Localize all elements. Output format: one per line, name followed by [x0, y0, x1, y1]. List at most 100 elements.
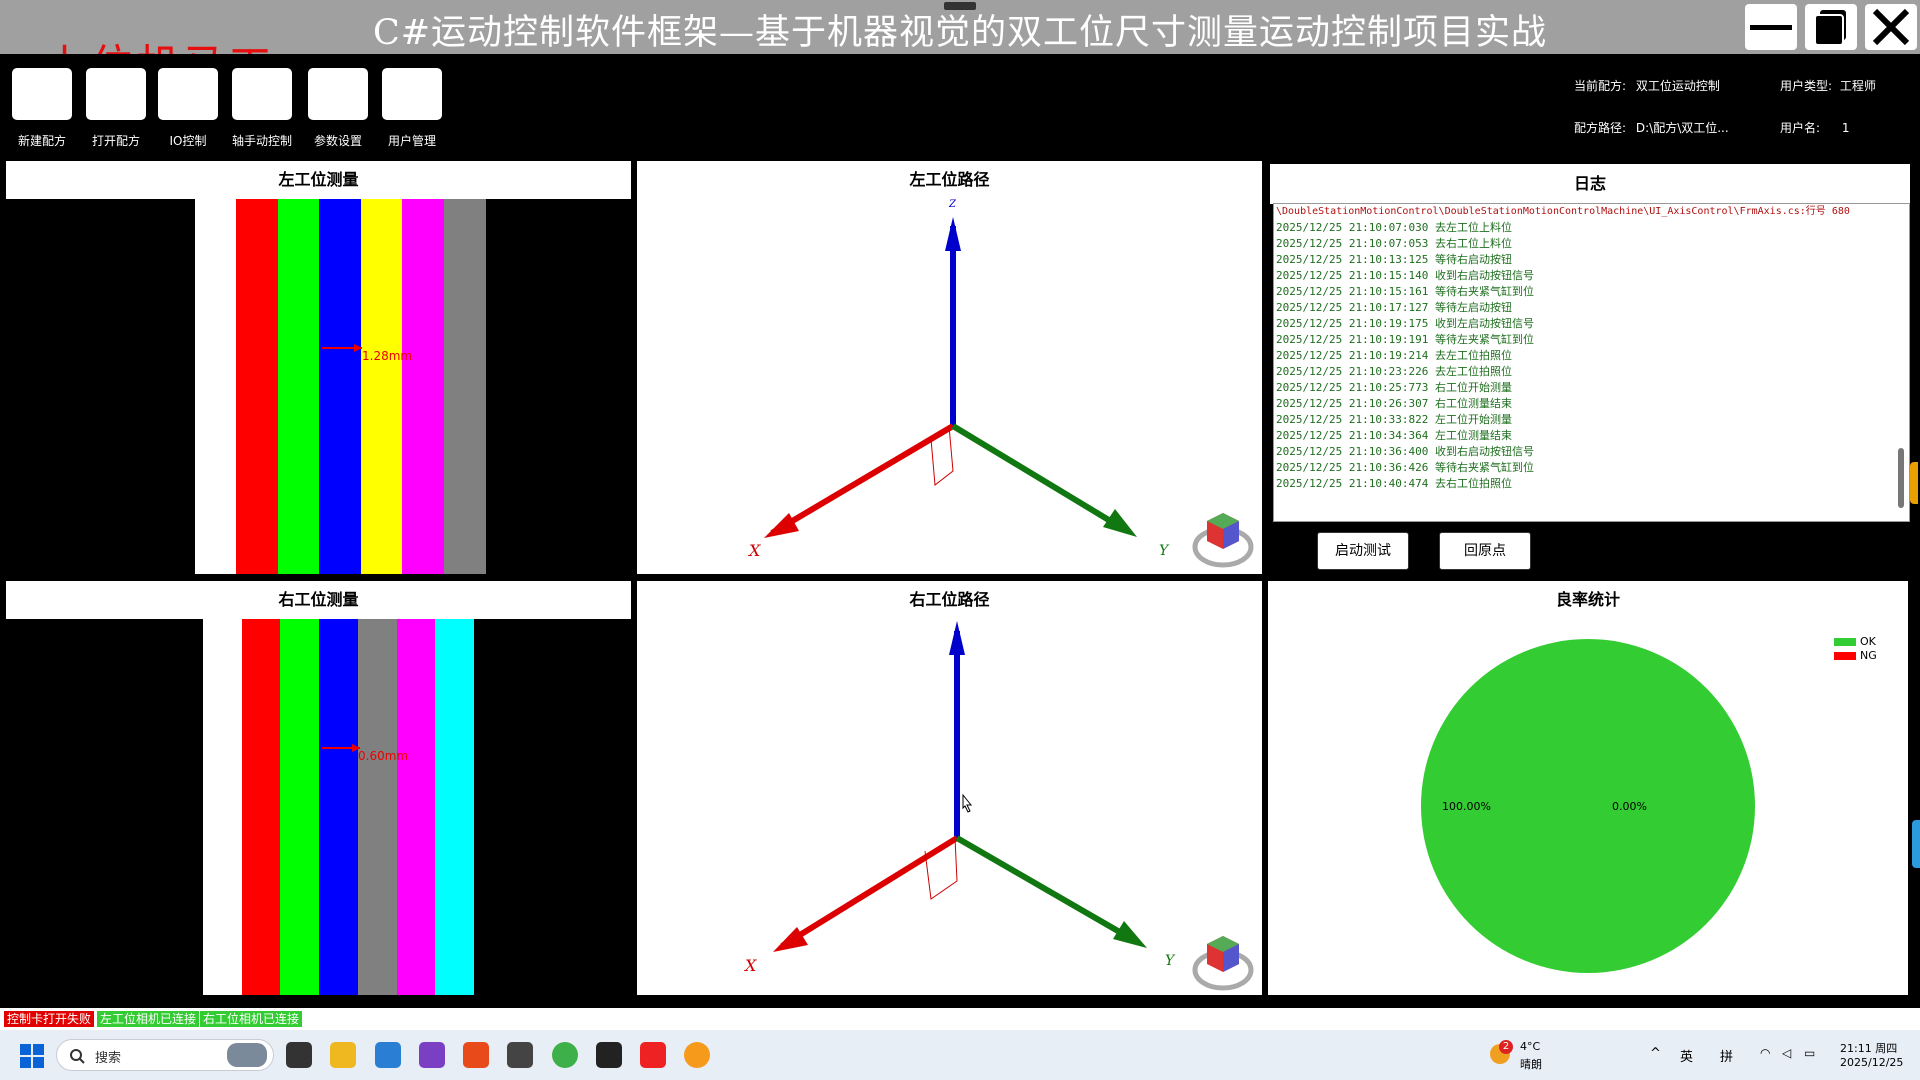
log-scrollbar[interactable] [1898, 448, 1904, 508]
pie-legend: OK NG [1834, 635, 1877, 663]
taskbar-search[interactable]: 搜索 [56, 1039, 274, 1071]
maximize-button[interactable] [1805, 4, 1857, 50]
ime-mode[interactable]: 拼 [1720, 1046, 1733, 1065]
visual-studio-icon[interactable] [419, 1042, 445, 1068]
tray-chevron-icon[interactable]: ^ [1650, 1046, 1661, 1061]
log-line: 2025/12/25 21:10:07:030 去左工位上料位 [1276, 221, 1512, 234]
cursor-icon [962, 793, 973, 813]
log-line: 2025/12/25 21:10:19:191 等待左夹紧气缸到位 [1276, 333, 1534, 346]
weather-desc: 晴朗 [1520, 1058, 1542, 1071]
browser-icon[interactable] [552, 1042, 578, 1068]
log-line: 2025/12/25 21:10:23:226 去左工位拍照位 [1276, 365, 1512, 378]
wps-icon[interactable] [640, 1042, 666, 1068]
video-app-icon[interactable] [596, 1042, 622, 1068]
battery-icon[interactable]: ▭ [1804, 1046, 1815, 1060]
pie-label-ng: 0.00% [1612, 800, 1647, 813]
home-button[interactable]: 回原点 [1439, 532, 1531, 570]
log-line: 2025/12/25 21:10:33:822 左工位开始测量 [1276, 413, 1512, 426]
weather-temp: 4°C [1520, 1040, 1541, 1053]
weather-badge: 2 [1499, 1040, 1513, 1054]
left-3d-view[interactable]: X Y Z [637, 161, 1262, 574]
ime-lang[interactable]: 英 [1680, 1046, 1693, 1065]
yield-pie-chart [1421, 639, 1755, 973]
left-path-panel: 左工位路径 X Y Z [637, 161, 1262, 574]
svg-text:Y: Y [1159, 543, 1170, 559]
status-left-camera: 左工位相机已连接 [97, 1011, 200, 1027]
measure-value: 0.60mm [358, 749, 409, 763]
camera-tool-icon[interactable] [507, 1042, 533, 1068]
log-panel: 日志 [1270, 164, 1910, 204]
svg-text:Y: Y [1165, 953, 1176, 969]
windows-start-icon[interactable] [20, 1044, 44, 1068]
close-icon [1872, 8, 1910, 46]
app-window-icon[interactable] [375, 1042, 401, 1068]
log-line: 2025/12/25 21:10:36:400 收到右启动按钮信号 [1276, 445, 1534, 458]
svg-text:X: X [743, 956, 757, 975]
log-line: 2025/12/25 21:10:15:161 等待右夹紧气缸到位 [1276, 285, 1534, 298]
side-handle[interactable] [1912, 820, 1920, 868]
panel-title: 日志 [1270, 164, 1910, 204]
clock-time[interactable]: 21:11 周四 [1840, 1040, 1897, 1056]
ha-app-icon[interactable] [684, 1042, 710, 1068]
title-bar: C#运动控制软件框架—基于机器视觉的双工位尺寸测量运动控制项目实战 [0, 0, 1920, 54]
io-control-icon [158, 68, 218, 120]
log-line: 2025/12/25 21:10:15:140 收到右启动按钮信号 [1276, 269, 1534, 282]
start-test-button[interactable]: 启动测试 [1317, 532, 1409, 570]
log-line: 2025/12/25 21:10:34:364 左工位测量结束 [1276, 429, 1512, 442]
user-type-info: 用户类型: 工程师 [1780, 79, 1876, 93]
close-button[interactable] [1865, 4, 1917, 50]
status-bar: 控制卡打开失败 左工位相机已连接 右工位相机已连接 [0, 1008, 1920, 1030]
log-line: 2025/12/25 21:10:19:214 去左工位拍照位 [1276, 349, 1512, 362]
new-recipe-icon [12, 68, 72, 120]
log-line: 2025/12/25 21:10:19:175 收到左启动按钮信号 [1276, 317, 1534, 330]
taskbar: 搜索 2 4°C 晴朗 ^ 英 拼 ◠ ◁ ▭ 21:11 周四 2025/12… [0, 1030, 1920, 1080]
svg-text:X: X [747, 541, 761, 560]
minimize-icon [1750, 25, 1792, 30]
restore-icon [1814, 10, 1846, 46]
user-manage-button[interactable]: 用户管理 [382, 68, 442, 149]
recipe-info: 当前配方: 双工位运动控制 [1574, 79, 1720, 93]
task-view-icon[interactable] [286, 1042, 312, 1068]
log-line: 2025/12/25 21:10:07:053 去右工位上料位 [1276, 237, 1512, 250]
param-settings-button[interactable]: 参数设置 [308, 68, 368, 149]
clock-date[interactable]: 2025/12/25 [1840, 1056, 1903, 1069]
legend-ok: OK [1834, 635, 1877, 649]
right-3d-view[interactable]: X Y [637, 581, 1262, 995]
left-measure-overlay [322, 344, 362, 352]
recipe-path-info: 配方路径: D:\配方\双工位... [1574, 121, 1729, 135]
search-icon [70, 1049, 85, 1064]
running-app-icon[interactable] [463, 1042, 489, 1068]
axis-manual-icon [232, 68, 292, 120]
right-path-panel: 右工位路径 X Y [637, 581, 1262, 995]
log-line: 2025/12/25 21:10:26:307 右工位测量结束 [1276, 397, 1512, 410]
left-measure-panel: 左工位测量 1.28mm [6, 161, 631, 574]
open-recipe-button[interactable]: 打开配方 [86, 68, 146, 149]
open-recipe-icon [86, 68, 146, 120]
volume-icon[interactable]: ◁ [1782, 1046, 1791, 1060]
param-settings-icon [308, 68, 368, 120]
side-handle-log[interactable] [1910, 462, 1918, 504]
new-recipe-button[interactable]: 新建配方 [12, 68, 72, 149]
log-textbox[interactable]: \DoubleStationMotionControl\DoubleStatio… [1273, 203, 1910, 522]
svg-text:Z: Z [948, 199, 957, 210]
axis-manual-button[interactable]: 轴手动控制 [232, 68, 292, 149]
log-line: 2025/12/25 21:10:17:127 等待左启动按钮 [1276, 301, 1512, 314]
measure-arrowhead-icon [354, 344, 362, 352]
measure-value: 1.28mm [362, 349, 413, 363]
minimize-button[interactable] [1745, 4, 1797, 50]
log-line: 2025/12/25 21:10:13:125 等待右启动按钮 [1276, 253, 1512, 266]
toolbar: 新建配方 打开配方 IO控制 轴手动控制 参数设置 用户管理 当前配方: 双工位… [0, 54, 1920, 158]
log-line: 2025/12/25 21:10:36:426 等待右夹紧气缸到位 [1276, 461, 1534, 474]
wifi-icon[interactable]: ◠ [1760, 1046, 1770, 1060]
io-control-button[interactable]: IO控制 [158, 68, 218, 149]
window-title: C#运动控制软件框架—基于机器视觉的双工位尺寸测量运动控制项目实战 [372, 13, 1548, 53]
user-name-info: 用户名: 1 [1780, 121, 1850, 135]
status-right-camera: 右工位相机已连接 [200, 1011, 303, 1027]
status-card: 控制卡打开失败 [4, 1011, 95, 1027]
file-explorer-icon[interactable] [330, 1042, 356, 1068]
log-line: 2025/12/25 21:10:25:773 右工位开始测量 [1276, 381, 1512, 394]
right-measure-overlay [322, 744, 360, 752]
yield-panel: 良率统计 OK NG 100.00% 0.00% [1268, 581, 1908, 995]
user-manage-icon [382, 68, 442, 120]
search-highlight-icon [227, 1043, 267, 1067]
